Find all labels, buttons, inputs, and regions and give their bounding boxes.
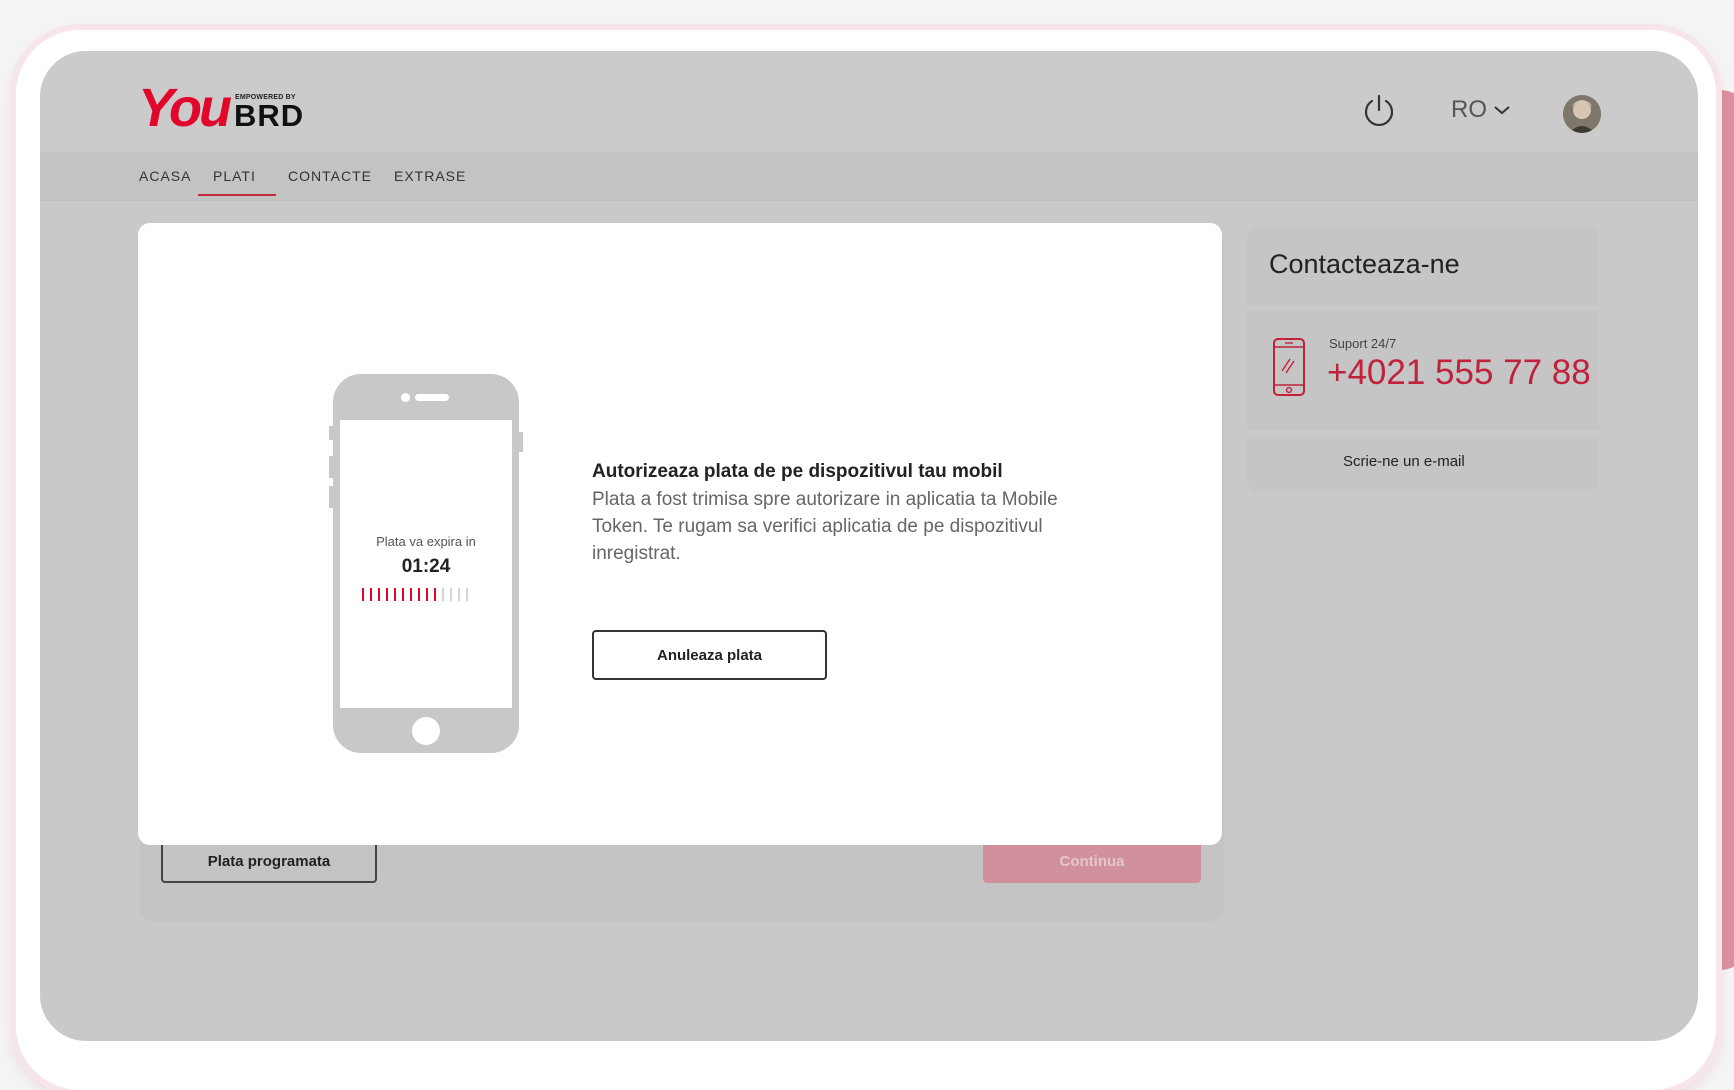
mobile-phone-icon (1273, 338, 1305, 396)
camera-dot (401, 393, 410, 402)
countdown-tick (402, 588, 404, 601)
authorization-modal: Plata va expira in 01:24 Autorizeaza pla… (138, 223, 1222, 845)
power-icon[interactable] (1361, 93, 1397, 129)
countdown-tick (466, 588, 468, 601)
main-nav: ACASA PLATI CONTACTE EXTRASE (40, 152, 1698, 201)
countdown-tick (426, 588, 428, 601)
avatar[interactable] (1563, 95, 1601, 133)
tab-contacte[interactable]: CONTACTE (288, 168, 372, 196)
contact-card: Contacteaza-ne Suport 24/7 +4021 555 77 … (1247, 227, 1599, 492)
phone-illustration: Plata va expira in 01:24 (329, 374, 523, 753)
continue-button[interactable]: Continua (983, 839, 1201, 883)
divider (1247, 430, 1599, 436)
top-header: You EMPOWERED BY BRD RO (40, 51, 1698, 152)
support-label: Suport 24/7 (1329, 336, 1397, 351)
tab-plati[interactable]: PLATI (198, 168, 276, 196)
cancel-payment-button[interactable]: Anuleaza plata (592, 630, 827, 680)
phone-screen: Plata va expira in 01:24 (340, 420, 512, 708)
tab-acasa[interactable]: ACASA (139, 168, 191, 196)
countdown-progress (362, 588, 468, 601)
app-screen: You EMPOWERED BY BRD RO ACASA PLATI CONT… (40, 51, 1698, 1041)
countdown-tick (394, 588, 396, 601)
language-selector[interactable]: RO (1451, 96, 1511, 124)
logo-brd-text: BRD (234, 98, 305, 133)
countdown-tick (362, 588, 364, 601)
home-button-shape (412, 717, 440, 745)
logo-you-text: You (138, 78, 232, 138)
countdown-tick (458, 588, 460, 601)
contact-title: Contacteaza-ne (1269, 249, 1460, 279)
tab-extrase[interactable]: EXTRASE (394, 168, 466, 196)
modal-title: Autorizeaza plata de pe dispozitivul tau… (592, 461, 1003, 482)
speaker-slot (415, 394, 449, 401)
language-label: RO (1451, 96, 1487, 123)
modal-description: Plata a fost trimisa spre autorizare in … (592, 489, 1058, 564)
support-phone-link[interactable]: +4021 555 77 88 (1327, 353, 1591, 393)
countdown-tick (442, 588, 444, 601)
countdown-tick (410, 588, 412, 601)
countdown-tick (370, 588, 372, 601)
countdown-tick (378, 588, 380, 601)
countdown-timer: 01:24 (401, 556, 451, 577)
email-link[interactable]: Scrie-ne un e-mail (1343, 453, 1465, 470)
countdown-tick (450, 588, 452, 601)
scheduled-payment-button[interactable]: Plata programata (161, 839, 377, 883)
countdown-tick (418, 588, 420, 601)
countdown-tick (434, 588, 436, 601)
chevron-down-icon (1494, 106, 1510, 115)
expire-label: Plata va expira in (376, 534, 476, 549)
divider (1247, 305, 1599, 311)
countdown-tick (386, 588, 388, 601)
